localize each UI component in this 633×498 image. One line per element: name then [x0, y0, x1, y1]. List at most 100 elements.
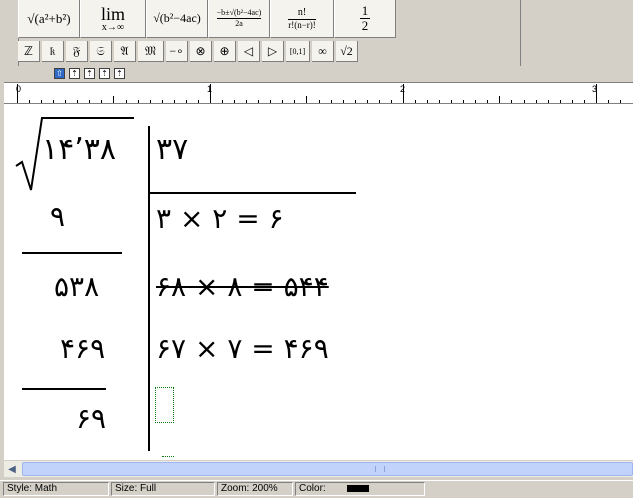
ruler-tick [607, 100, 609, 103]
ruler-tick [342, 100, 344, 103]
status-color-label: Color: [299, 483, 326, 494]
trial-product-3: ۶۷ × ۷ = ۴۶۹ [156, 332, 329, 365]
template-label: lim [100, 3, 125, 24]
sqrt2-symbol-button[interactable]: √2 [336, 41, 358, 62]
left-triangle-symbol-button[interactable]: ◁ [238, 41, 260, 62]
ruler-tick [306, 96, 308, 103]
fraktur-f-symbol-button[interactable]: 𝔉 [66, 41, 88, 62]
symbol-label: ⊕ [219, 43, 230, 58]
ruler-tick [439, 100, 441, 103]
fraction-template-button[interactable]: 1 2 [334, 0, 396, 38]
document-canvas[interactable]: ۱۴٬۳۸ ۳۷ ۹ ۵۳۸ ۴۶۹ ۶۹ ۳ × ۲ = ۶ ۶۸ × ۸ =… [4, 104, 633, 460]
symbol-label: ⊗ [195, 43, 206, 58]
nudge-up-step-button[interactable]: ⇡ [99, 68, 110, 79]
nudge-up-tiny-button[interactable]: ⇡ [84, 68, 95, 79]
remainder-2: ۶۹ [76, 402, 107, 435]
trial-product-2-struck: ۶۸ × ۸ = ۵۴۴ [156, 270, 329, 303]
nudge-label: ⇡ [116, 69, 123, 78]
toolbar-edge [0, 0, 19, 66]
circled-plus-symbol-button[interactable]: ⊕ [214, 41, 236, 62]
ruler-tick [113, 96, 115, 103]
toolbar-right-edge [520, 0, 530, 66]
quadratic-formula-template-button[interactable]: −b±√(b²−4ac) 2a [208, 0, 270, 38]
ruler-tick [101, 100, 103, 103]
ruler-tick [487, 100, 489, 103]
template-sub-label: r!(n−r)! [288, 19, 316, 30]
ruler-tick [185, 100, 187, 103]
template-label: 1 [359, 3, 371, 19]
ruler-tick [559, 100, 561, 103]
scroll-thumb[interactable] [22, 462, 633, 476]
ruler-tick [89, 100, 91, 103]
fraktur-m-symbol-button[interactable]: 𝔐 [138, 41, 164, 62]
ruler-tick [463, 100, 465, 103]
ruler-tick [258, 100, 260, 103]
empty-input-slot-next[interactable] [162, 456, 174, 460]
equation-toolbar: √(a²+b²) lim x→∞ √(b²−4ac) −b±√(b²−4ac) … [0, 0, 633, 66]
template-label: √(a²+b²) [27, 10, 71, 26]
ruler-tick [234, 100, 236, 103]
sqrt-discriminant-template-button[interactable]: √(b²−4ac) [146, 0, 208, 38]
fraktur-a-symbol-button[interactable]: 𝔄 [114, 41, 136, 62]
ruler-tick [378, 100, 380, 103]
template-label: −b±√(b²−4ac) [216, 8, 262, 19]
circled-times-symbol-button[interactable]: ⊗ [190, 41, 212, 62]
ruler-tick [222, 100, 224, 103]
infinity-symbol-button[interactable]: ∞ [312, 41, 334, 62]
toolbar-empty-area [396, 0, 526, 38]
remainder-1: ۵۳۸ [54, 270, 100, 303]
ruler-tick [402, 84, 404, 103]
ruler-tick [197, 100, 199, 103]
empty-input-slot[interactable] [155, 387, 174, 423]
nudge-label: ⇧ [56, 69, 63, 78]
ruler-tick [294, 100, 296, 103]
status-style: Style: Math [3, 482, 109, 496]
minus-circle-symbol-button[interactable]: −∘ [166, 41, 188, 62]
symbol-label: 𝔨 [49, 43, 56, 58]
ruler-tick [77, 100, 79, 103]
integers-symbol-button[interactable]: ℤ [18, 41, 40, 62]
binomial-template-button[interactable]: n! r!(n−r)! [270, 0, 334, 38]
symbol-label: 𝔖 [96, 43, 105, 58]
ruler-tick [41, 100, 43, 103]
horizontal-scrollbar[interactable]: ◀ [4, 461, 633, 477]
division-vertical-line [148, 126, 150, 451]
status-size: Size: Full [111, 482, 215, 496]
ruler-tick [535, 100, 537, 103]
ruler-tick [209, 84, 211, 103]
ruler-tick [354, 100, 356, 103]
symbol-label: [0,1] [289, 46, 306, 56]
ruler-tick [571, 100, 573, 103]
ruler-tick [29, 100, 31, 103]
ruler-tick [390, 100, 392, 103]
subtrahend-1: ۹ [50, 200, 66, 233]
ruler-tick [523, 100, 525, 103]
template-sub-label: 2 [361, 18, 369, 33]
ruler-tick [583, 100, 585, 103]
ruler-tick [595, 84, 597, 103]
ruler-tick [414, 100, 416, 103]
ruler-tick [246, 100, 248, 103]
subtraction-line-2 [22, 388, 106, 390]
interval-symbol-button[interactable]: [0,1] [286, 41, 310, 62]
template-label: √(b²−4ac) [153, 11, 201, 25]
horizontal-ruler[interactable]: 0 1 2 3 [4, 82, 633, 104]
fraktur-k-symbol-button[interactable]: 𝔨 [42, 41, 64, 62]
nudge-up-pixel-button[interactable]: ⇡ [114, 68, 125, 79]
fraktur-s-symbol-button[interactable]: 𝔖 [90, 41, 112, 62]
symbol-label: −∘ [169, 43, 184, 58]
symbol-label: 𝔉 [72, 43, 81, 58]
nudge-up-button[interactable]: ⇧ [54, 68, 65, 79]
symbol-label: 𝔐 [144, 43, 157, 58]
right-triangle-symbol-button[interactable]: ▷ [262, 41, 284, 62]
ruler-tick [499, 96, 501, 103]
template-label: n! [287, 7, 317, 20]
limit-template-button[interactable]: lim x→∞ [80, 0, 146, 38]
ruler-tick [547, 100, 549, 103]
ruler-tick [475, 100, 477, 103]
sqrt-sum-squares-template-button[interactable]: √(a²+b²) [18, 0, 80, 38]
nudge-up-small-button[interactable]: ⇡ [69, 68, 80, 79]
scroll-left-arrow-icon[interactable]: ◀ [4, 461, 20, 477]
template-sub-label: x→∞ [101, 21, 125, 33]
nudge-label: ⇡ [101, 69, 108, 78]
